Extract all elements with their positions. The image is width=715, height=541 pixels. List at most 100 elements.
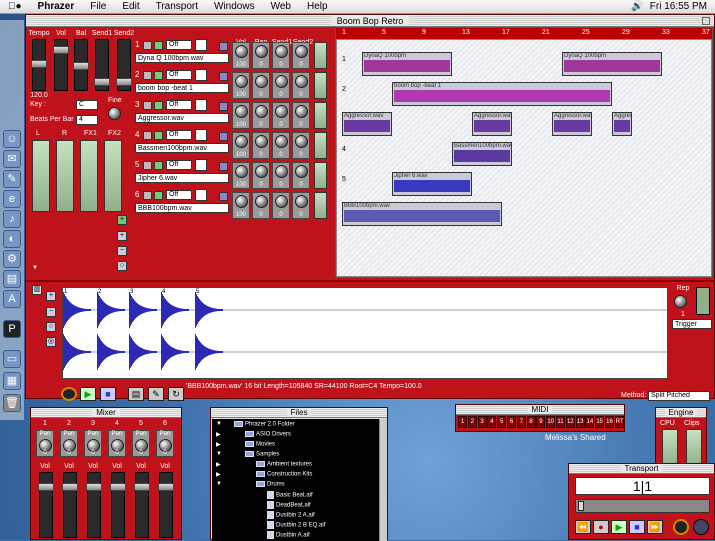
- editor-slice-marker[interactable]: 4: [162, 289, 165, 295]
- track-file-name[interactable]: Aggressor.wav: [135, 113, 229, 123]
- track-send2-knob[interactable]: [295, 165, 308, 178]
- track-send1-knob[interactable]: [275, 105, 288, 118]
- mixer-vol-slider[interactable]: [134, 472, 150, 538]
- track-mode-select[interactable]: Off: [166, 70, 192, 80]
- track-vol-knob[interactable]: [235, 105, 248, 118]
- apps-icon[interactable]: A: [3, 290, 21, 308]
- zoom-in-button[interactable]: +: [117, 231, 127, 241]
- transport-stop-button[interactable]: ■: [629, 520, 645, 534]
- app-menu[interactable]: Phrazer: [30, 1, 83, 12]
- track-edit-button[interactable]: [219, 192, 228, 201]
- editor-slice-marker[interactable]: 5: [196, 289, 199, 295]
- arrange-clip[interactable]: Jipher 6.wav: [392, 172, 472, 196]
- transport-record-button[interactable]: ●: [593, 520, 609, 534]
- midi-channel[interactable]: 15: [595, 416, 605, 428]
- track-mode-select[interactable]: Off: [166, 40, 192, 50]
- track-mode-select[interactable]: Off: [166, 100, 192, 110]
- fine-knob[interactable]: [108, 107, 121, 120]
- phrazer-dock-icon[interactable]: P: [3, 320, 21, 338]
- midi-channel[interactable]: 5: [497, 416, 507, 428]
- transport-play-button[interactable]: ▶: [611, 520, 627, 534]
- menu-web[interactable]: Web: [263, 1, 299, 12]
- menu-edit[interactable]: Edit: [114, 1, 147, 12]
- editor-slice-marker[interactable]: 3: [130, 289, 133, 295]
- arrange-clip[interactable]: boom bop -beat 1: [392, 82, 612, 106]
- disclosure-triangle-icon[interactable]: ▼: [216, 481, 222, 487]
- internet-icon[interactable]: e: [3, 190, 21, 208]
- menu-transport[interactable]: Transport: [148, 1, 206, 12]
- midi-channel[interactable]: 1: [458, 416, 467, 428]
- folder-item[interactable]: ASIO Drivers: [245, 431, 291, 438]
- menu-help[interactable]: Help: [299, 1, 336, 12]
- transport-position[interactable]: 1|1: [575, 477, 710, 495]
- arrange-clip[interactable]: BBB100bpm.wav: [342, 202, 502, 226]
- track-file-name[interactable]: BBB100bpm.wav: [135, 203, 229, 213]
- midi-channel[interactable]: 11: [556, 416, 565, 428]
- mixer-title-bar[interactable]: Mixer: [31, 408, 181, 418]
- folder-item[interactable]: Construction Kits: [256, 471, 312, 478]
- disclosure-triangle-icon[interactable]: ▶: [216, 461, 221, 468]
- arrange-clip[interactable]: DynaQ 100bpm: [562, 52, 662, 76]
- disclosure-triangle-icon[interactable]: ▼: [216, 451, 222, 457]
- arrange-clip[interactable]: Aggressor.wav: [612, 112, 632, 136]
- midi-channel[interactable]: 10: [546, 416, 556, 428]
- apple-menu-icon[interactable]: ●: [0, 1, 30, 12]
- editor-slice-marker[interactable]: 2: [98, 289, 101, 295]
- track-send1-knob[interactable]: [275, 165, 288, 178]
- arrange-clip[interactable]: Bassmen100bpm.wav: [452, 142, 512, 166]
- arrange-clip[interactable]: DynaQ 100bpm: [362, 52, 452, 76]
- midi-title-bar[interactable]: MIDI: [456, 405, 624, 415]
- waveform-editor[interactable]: 1 2 3 4 5: [62, 287, 668, 379]
- midi-channel[interactable]: 16: [605, 416, 614, 428]
- globe-icon[interactable]: ◐: [3, 230, 21, 248]
- preview-icon[interactable]: ▦: [3, 372, 21, 390]
- folder-item[interactable]: Ambient textures: [256, 461, 312, 468]
- track-edit-button[interactable]: [219, 42, 228, 51]
- files-title-bar[interactable]: Files: [211, 408, 387, 418]
- main-title-bar[interactable]: Boom Bop Retro: [26, 15, 714, 27]
- track-pan-knob[interactable]: [255, 75, 268, 88]
- midi-channel[interactable]: 7: [516, 416, 526, 428]
- track-file-name[interactable]: boom bop -beat 1: [135, 83, 229, 93]
- editor-slice-marker[interactable]: 1: [64, 289, 67, 295]
- master-send1-slider[interactable]: [94, 39, 110, 91]
- track-vol-knob[interactable]: [235, 45, 248, 58]
- editor-record-button[interactable]: [61, 387, 77, 401]
- track-send2-knob[interactable]: [295, 45, 308, 58]
- disclosure-triangle-icon[interactable]: ▶: [216, 441, 221, 448]
- track-mode-select[interactable]: Off: [166, 190, 192, 200]
- disclosure-triangle-icon[interactable]: ▼: [216, 421, 222, 427]
- transport-scrub-handle[interactable]: [578, 501, 584, 511]
- master-send2-slider[interactable]: [116, 39, 132, 91]
- track-pan-knob[interactable]: [255, 165, 268, 178]
- add-track-button[interactable]: +: [117, 215, 127, 225]
- track-mute-button[interactable]: [143, 161, 152, 170]
- disclosure-triangle-icon[interactable]: ▶: [216, 431, 221, 438]
- track-vol-knob[interactable]: [235, 75, 248, 88]
- midi-channel[interactable]: 3: [477, 416, 487, 428]
- track-send2-knob[interactable]: [295, 135, 308, 148]
- track-edit-button[interactable]: [219, 162, 228, 171]
- collapse-triangle-icon[interactable]: ▼: [32, 265, 38, 271]
- file-item[interactable]: Basic Beat.aif: [267, 491, 313, 499]
- track-mute-button[interactable]: [143, 71, 152, 80]
- transport-forward-button[interactable]: ⏩: [647, 520, 663, 534]
- master-bal-slider[interactable]: [73, 39, 89, 91]
- rep-knob[interactable]: [674, 295, 687, 308]
- file-item[interactable]: Dustbin A.aif: [267, 531, 310, 539]
- track-file-name[interactable]: Jipher 6.wav: [135, 173, 229, 183]
- timeline-ruler[interactable]: [336, 28, 712, 39]
- system-icon[interactable]: ⚙: [3, 250, 21, 268]
- track-pan-knob[interactable]: [255, 135, 268, 148]
- track-pan-knob[interactable]: [255, 45, 268, 58]
- finder-icon[interactable]: ☺: [3, 130, 21, 148]
- track-edit-button[interactable]: [219, 102, 228, 111]
- midi-channel[interactable]: 2: [467, 416, 477, 428]
- folder-item[interactable]: Samples: [245, 451, 279, 458]
- zoom-fit-button[interactable]: ○: [117, 261, 127, 271]
- music-icon[interactable]: ♪: [3, 210, 21, 228]
- editor-loop-button[interactable]: ↻: [168, 387, 184, 401]
- track-mute-button[interactable]: [143, 101, 152, 110]
- mixer-vol-slider[interactable]: [62, 472, 78, 538]
- beats-per-bar-select[interactable]: 4: [76, 115, 98, 125]
